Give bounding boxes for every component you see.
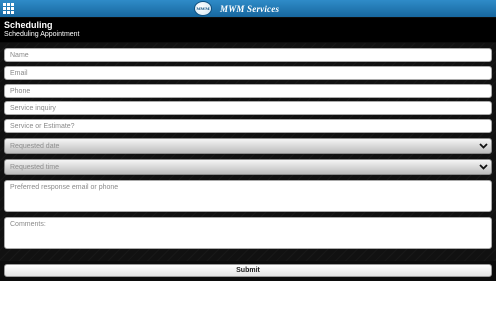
phone-input[interactable]: Phone — [4, 84, 492, 98]
preferred-response-placeholder: Preferred response email or phone — [10, 184, 119, 191]
requested-time-select[interactable]: Requested time — [4, 159, 492, 175]
page-title: Scheduling — [4, 20, 53, 30]
chevron-down-icon — [477, 161, 489, 173]
comments-placeholder: Comments: — [10, 221, 46, 228]
service-or-estimate-input[interactable]: Service or Estimate? — [4, 119, 492, 133]
submit-button[interactable]: Submit — [4, 264, 492, 277]
name-placeholder: Name — [10, 51, 29, 59]
logo-icon: MWM — [194, 1, 212, 16]
service-inquiry-input[interactable]: Service inquiry — [4, 101, 492, 115]
chevron-down-icon — [477, 140, 489, 152]
requested-time-value: Requested time — [10, 163, 60, 171]
brand-name: MWM Services — [220, 3, 280, 14]
app-screen: MWM MWM Services Scheduling Scheduling A… — [0, 0, 496, 281]
name-input[interactable]: Name — [4, 48, 492, 62]
top-bar: MWM MWM Services — [0, 0, 496, 17]
page-header — [0, 18, 496, 42]
grid-menu-icon[interactable] — [2, 2, 15, 15]
requested-date-value: Requested date — [10, 142, 60, 150]
email-placeholder: Email — [10, 69, 28, 77]
brand: MWM MWM Services — [194, 0, 279, 17]
comments-textarea[interactable]: Comments: — [4, 217, 492, 249]
page-subtitle: Scheduling Appointment — [4, 31, 80, 38]
requested-date-select[interactable]: Requested date — [4, 138, 492, 154]
service-or-estimate-placeholder: Service or Estimate? — [10, 122, 75, 130]
phone-placeholder: Phone — [10, 87, 31, 95]
service-inquiry-placeholder: Service inquiry — [10, 104, 56, 112]
preferred-response-textarea[interactable]: Preferred response email or phone — [4, 180, 492, 212]
email-input[interactable]: Email — [4, 66, 492, 80]
